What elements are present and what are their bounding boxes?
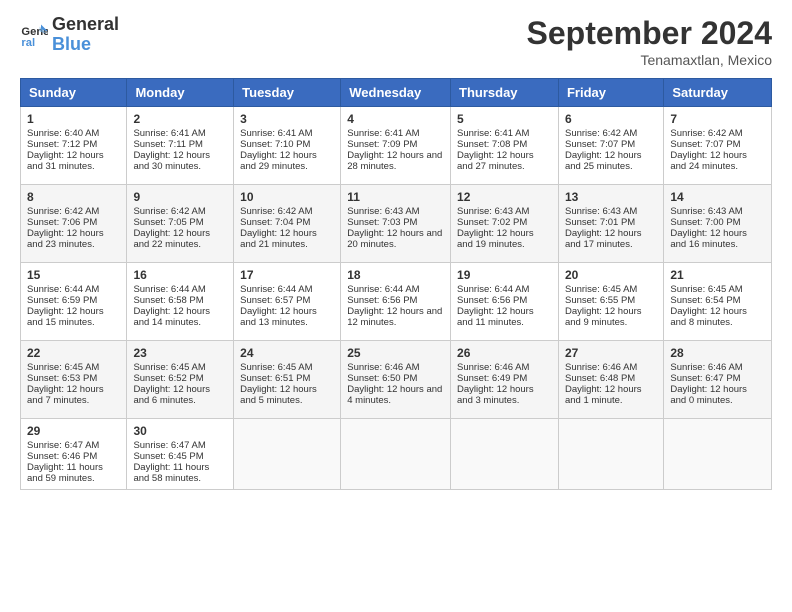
table-row: 18Sunrise: 6:44 AMSunset: 6:56 PMDayligh… xyxy=(341,263,451,341)
logo-icon: Gene ral xyxy=(20,21,48,49)
table-row: 14Sunrise: 6:43 AMSunset: 7:00 PMDayligh… xyxy=(664,185,772,263)
logo-line2: Blue xyxy=(52,35,119,55)
table-row: 16Sunrise: 6:44 AMSunset: 6:58 PMDayligh… xyxy=(127,263,234,341)
table-row: 21Sunrise: 6:45 AMSunset: 6:54 PMDayligh… xyxy=(664,263,772,341)
day-number: 27 xyxy=(565,346,657,360)
table-row: 5Sunrise: 6:41 AMSunset: 7:08 PMDaylight… xyxy=(451,107,559,185)
day-number: 17 xyxy=(240,268,334,282)
title-block: September 2024 Tenamaxtlan, Mexico xyxy=(527,15,772,68)
table-row: 23Sunrise: 6:45 AMSunset: 6:52 PMDayligh… xyxy=(127,341,234,419)
day-number: 24 xyxy=(240,346,334,360)
table-row: 13Sunrise: 6:43 AMSunset: 7:01 PMDayligh… xyxy=(558,185,663,263)
day-number: 4 xyxy=(347,112,444,126)
table-row: 2Sunrise: 6:41 AMSunset: 7:11 PMDaylight… xyxy=(127,107,234,185)
table-row: 22Sunrise: 6:45 AMSunset: 6:53 PMDayligh… xyxy=(21,341,127,419)
table-row xyxy=(234,419,341,490)
col-tuesday: Tuesday xyxy=(234,79,341,107)
col-thursday: Thursday xyxy=(451,79,559,107)
day-number: 13 xyxy=(565,190,657,204)
day-number: 2 xyxy=(133,112,227,126)
table-row: 4Sunrise: 6:41 AMSunset: 7:09 PMDaylight… xyxy=(341,107,451,185)
col-saturday: Saturday xyxy=(664,79,772,107)
page: Gene ral General Blue September 2024 Ten… xyxy=(0,0,792,505)
table-row: 17Sunrise: 6:44 AMSunset: 6:57 PMDayligh… xyxy=(234,263,341,341)
day-number: 21 xyxy=(670,268,765,282)
header: Gene ral General Blue September 2024 Ten… xyxy=(20,15,772,68)
table-row xyxy=(558,419,663,490)
table-row: 12Sunrise: 6:43 AMSunset: 7:02 PMDayligh… xyxy=(451,185,559,263)
day-number: 20 xyxy=(565,268,657,282)
calendar: Sunday Monday Tuesday Wednesday Thursday… xyxy=(20,78,772,490)
day-number: 25 xyxy=(347,346,444,360)
table-row xyxy=(341,419,451,490)
col-friday: Friday xyxy=(558,79,663,107)
logo: Gene ral General Blue xyxy=(20,15,119,55)
table-row: 8Sunrise: 6:42 AMSunset: 7:06 PMDaylight… xyxy=(21,185,127,263)
day-number: 22 xyxy=(27,346,120,360)
day-number: 19 xyxy=(457,268,552,282)
table-row: 3Sunrise: 6:41 AMSunset: 7:10 PMDaylight… xyxy=(234,107,341,185)
day-number: 6 xyxy=(565,112,657,126)
table-row: 6Sunrise: 6:42 AMSunset: 7:07 PMDaylight… xyxy=(558,107,663,185)
month-title: September 2024 xyxy=(527,15,772,52)
table-row: 10Sunrise: 6:42 AMSunset: 7:04 PMDayligh… xyxy=(234,185,341,263)
day-number: 3 xyxy=(240,112,334,126)
calendar-header-row: Sunday Monday Tuesday Wednesday Thursday… xyxy=(21,79,772,107)
day-number: 30 xyxy=(133,424,227,438)
table-row: 30Sunrise: 6:47 AMSunset: 6:45 PMDayligh… xyxy=(127,419,234,490)
table-row: 7Sunrise: 6:42 AMSunset: 7:07 PMDaylight… xyxy=(664,107,772,185)
day-number: 1 xyxy=(27,112,120,126)
col-sunday: Sunday xyxy=(21,79,127,107)
table-row: 9Sunrise: 6:42 AMSunset: 7:05 PMDaylight… xyxy=(127,185,234,263)
day-number: 12 xyxy=(457,190,552,204)
day-number: 14 xyxy=(670,190,765,204)
day-number: 26 xyxy=(457,346,552,360)
table-row: 25Sunrise: 6:46 AMSunset: 6:50 PMDayligh… xyxy=(341,341,451,419)
svg-text:ral: ral xyxy=(21,37,35,49)
day-number: 7 xyxy=(670,112,765,126)
table-row: 26Sunrise: 6:46 AMSunset: 6:49 PMDayligh… xyxy=(451,341,559,419)
table-row: 27Sunrise: 6:46 AMSunset: 6:48 PMDayligh… xyxy=(558,341,663,419)
table-row: 28Sunrise: 6:46 AMSunset: 6:47 PMDayligh… xyxy=(664,341,772,419)
day-number: 28 xyxy=(670,346,765,360)
day-number: 8 xyxy=(27,190,120,204)
table-row: 20Sunrise: 6:45 AMSunset: 6:55 PMDayligh… xyxy=(558,263,663,341)
table-row: 15Sunrise: 6:44 AMSunset: 6:59 PMDayligh… xyxy=(21,263,127,341)
table-row: 1Sunrise: 6:40 AMSunset: 7:12 PMDaylight… xyxy=(21,107,127,185)
day-number: 29 xyxy=(27,424,120,438)
table-row: 29Sunrise: 6:47 AMSunset: 6:46 PMDayligh… xyxy=(21,419,127,490)
logo-text: General Blue xyxy=(52,15,119,55)
location: Tenamaxtlan, Mexico xyxy=(527,52,772,68)
day-number: 15 xyxy=(27,268,120,282)
day-number: 16 xyxy=(133,268,227,282)
logo-line1: General xyxy=(52,15,119,35)
day-number: 5 xyxy=(457,112,552,126)
table-row xyxy=(451,419,559,490)
col-wednesday: Wednesday xyxy=(341,79,451,107)
day-number: 18 xyxy=(347,268,444,282)
day-number: 9 xyxy=(133,190,227,204)
table-row: 11Sunrise: 6:43 AMSunset: 7:03 PMDayligh… xyxy=(341,185,451,263)
day-number: 23 xyxy=(133,346,227,360)
table-row: 24Sunrise: 6:45 AMSunset: 6:51 PMDayligh… xyxy=(234,341,341,419)
table-row xyxy=(664,419,772,490)
day-number: 11 xyxy=(347,190,444,204)
day-number: 10 xyxy=(240,190,334,204)
table-row: 19Sunrise: 6:44 AMSunset: 6:56 PMDayligh… xyxy=(451,263,559,341)
col-monday: Monday xyxy=(127,79,234,107)
